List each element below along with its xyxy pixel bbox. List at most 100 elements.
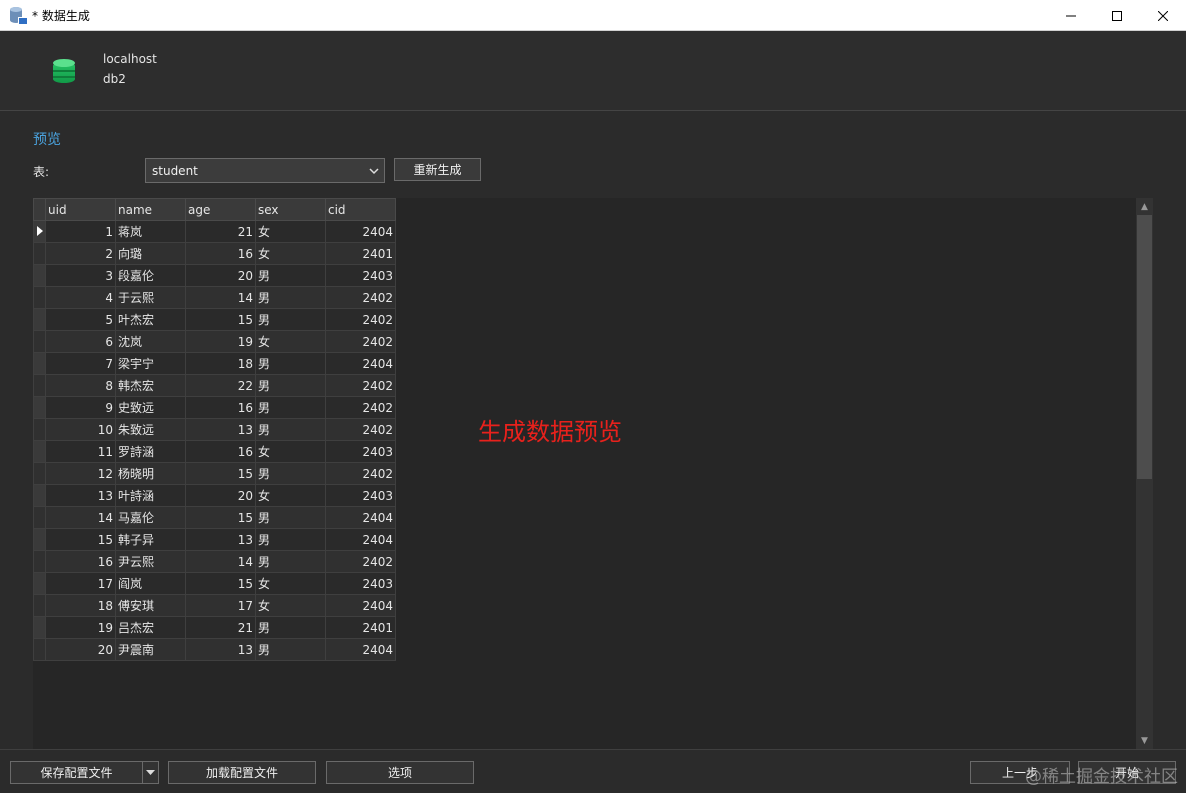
data-grid[interactable]: uid name age sex cid 1 蒋岚 21 女 2404 2 向璐 16 女 240… (33, 198, 396, 661)
cell-sex[interactable]: 女 (255, 242, 326, 265)
cell-cid[interactable]: 2403 (325, 484, 396, 507)
column-header-age[interactable]: age (185, 198, 256, 221)
row-indicator[interactable] (33, 220, 46, 243)
cell-age[interactable]: 21 (185, 616, 256, 639)
cell-age[interactable]: 22 (185, 374, 256, 397)
minimize-button[interactable] (1048, 0, 1094, 31)
table-row[interactable]: 7 梁宇宁 18 男 2404 (33, 352, 396, 375)
cell-uid[interactable]: 20 (45, 638, 116, 661)
cell-cid[interactable]: 2401 (325, 616, 396, 639)
cell-sex[interactable]: 男 (255, 528, 326, 551)
column-header-uid[interactable]: uid (45, 198, 116, 221)
save-config-dropdown[interactable] (142, 761, 159, 784)
cell-sex[interactable]: 男 (255, 286, 326, 309)
cell-name[interactable]: 韩子异 (115, 528, 186, 551)
table-row[interactable]: 12 杨晓明 15 男 2402 (33, 462, 396, 485)
cell-name[interactable]: 傅安琪 (115, 594, 186, 617)
cell-sex[interactable]: 男 (255, 352, 326, 375)
cell-cid[interactable]: 2403 (325, 264, 396, 287)
row-indicator[interactable] (33, 594, 46, 617)
cell-age[interactable]: 14 (185, 550, 256, 573)
table-row[interactable]: 16 尹云熙 14 男 2402 (33, 550, 396, 573)
cell-name[interactable]: 尹震南 (115, 638, 186, 661)
cell-uid[interactable]: 6 (45, 330, 116, 353)
cell-age[interactable]: 15 (185, 462, 256, 485)
cell-age[interactable]: 20 (185, 264, 256, 287)
row-indicator[interactable] (33, 638, 46, 661)
cell-cid[interactable]: 2402 (325, 550, 396, 573)
table-row[interactable]: 6 沈岚 19 女 2402 (33, 330, 396, 353)
cell-uid[interactable]: 1 (45, 220, 116, 243)
cell-cid[interactable]: 2402 (325, 374, 396, 397)
table-row[interactable]: 10 朱致远 13 男 2402 (33, 418, 396, 441)
column-header-cid[interactable]: cid (325, 198, 396, 221)
cell-name[interactable]: 于云熙 (115, 286, 186, 309)
cell-name[interactable]: 史致远 (115, 396, 186, 419)
cell-sex[interactable]: 男 (255, 462, 326, 485)
cell-cid[interactable]: 2403 (325, 572, 396, 595)
cell-uid[interactable]: 8 (45, 374, 116, 397)
cell-cid[interactable]: 2404 (325, 638, 396, 661)
scroll-down-icon[interactable]: ▼ (1136, 732, 1153, 749)
cell-name[interactable]: 沈岚 (115, 330, 186, 353)
table-row[interactable]: 4 于云熙 14 男 2402 (33, 286, 396, 309)
column-header-name[interactable]: name (115, 198, 186, 221)
cell-uid[interactable]: 14 (45, 506, 116, 529)
cell-sex[interactable]: 女 (255, 594, 326, 617)
table-row[interactable]: 5 叶杰宏 15 男 2402 (33, 308, 396, 331)
cell-age[interactable]: 15 (185, 506, 256, 529)
table-row[interactable]: 2 向璐 16 女 2401 (33, 242, 396, 265)
cell-age[interactable]: 16 (185, 242, 256, 265)
cell-name[interactable]: 韩杰宏 (115, 374, 186, 397)
cell-uid[interactable]: 18 (45, 594, 116, 617)
table-row[interactable]: 17 阎岚 15 女 2403 (33, 572, 396, 595)
cell-sex[interactable]: 男 (255, 418, 326, 441)
cell-sex[interactable]: 男 (255, 638, 326, 661)
table-row[interactable]: 19 吕杰宏 21 男 2401 (33, 616, 396, 639)
cell-sex[interactable]: 女 (255, 484, 326, 507)
cell-name[interactable]: 朱致远 (115, 418, 186, 441)
row-indicator[interactable] (33, 484, 46, 507)
cell-sex[interactable]: 男 (255, 396, 326, 419)
row-indicator[interactable] (33, 550, 46, 573)
column-header-sex[interactable]: sex (255, 198, 326, 221)
cell-uid[interactable]: 7 (45, 352, 116, 375)
cell-uid[interactable]: 5 (45, 308, 116, 331)
cell-name[interactable]: 尹云熙 (115, 550, 186, 573)
table-row[interactable]: 1 蒋岚 21 女 2404 (33, 220, 396, 243)
cell-cid[interactable]: 2403 (325, 440, 396, 463)
cell-uid[interactable]: 19 (45, 616, 116, 639)
row-indicator[interactable] (33, 572, 46, 595)
row-indicator[interactable] (33, 242, 46, 265)
table-row[interactable]: 20 尹震南 13 男 2404 (33, 638, 396, 661)
row-indicator[interactable] (33, 418, 46, 441)
cell-sex[interactable]: 女 (255, 220, 326, 243)
row-indicator[interactable] (33, 264, 46, 287)
cell-uid[interactable]: 17 (45, 572, 116, 595)
row-indicator[interactable] (33, 528, 46, 551)
row-indicator[interactable] (33, 374, 46, 397)
scroll-up-icon[interactable]: ▲ (1136, 198, 1153, 215)
cell-sex[interactable]: 男 (255, 506, 326, 529)
cell-sex[interactable]: 男 (255, 308, 326, 331)
load-config-button[interactable]: 加载配置文件 (168, 761, 316, 784)
cell-age[interactable]: 16 (185, 396, 256, 419)
cell-cid[interactable]: 2402 (325, 308, 396, 331)
cell-cid[interactable]: 2402 (325, 396, 396, 419)
row-indicator[interactable] (33, 352, 46, 375)
cell-cid[interactable]: 2404 (325, 506, 396, 529)
cell-age[interactable]: 13 (185, 638, 256, 661)
cell-age[interactable]: 14 (185, 286, 256, 309)
cell-uid[interactable]: 16 (45, 550, 116, 573)
row-indicator[interactable] (33, 330, 46, 353)
cell-age[interactable]: 15 (185, 572, 256, 595)
table-select[interactable]: student (145, 158, 385, 183)
cell-cid[interactable]: 2404 (325, 594, 396, 617)
table-row[interactable]: 15 韩子异 13 男 2404 (33, 528, 396, 551)
cell-uid[interactable]: 9 (45, 396, 116, 419)
cell-age[interactable]: 16 (185, 440, 256, 463)
cell-sex[interactable]: 女 (255, 440, 326, 463)
cell-sex[interactable]: 男 (255, 550, 326, 573)
row-indicator[interactable] (33, 308, 46, 331)
cell-name[interactable]: 杨晓明 (115, 462, 186, 485)
